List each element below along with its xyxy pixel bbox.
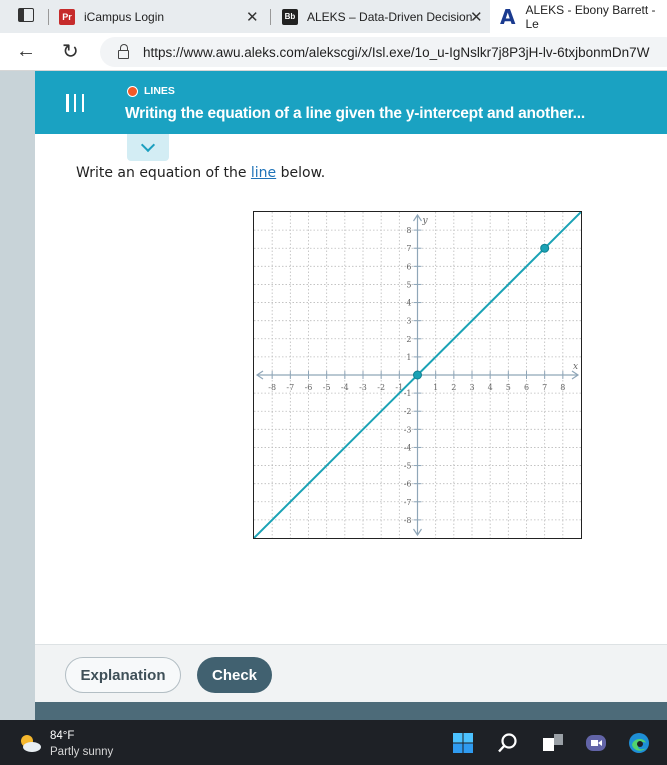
tab-icampus-login[interactable]: Pr iCampus Login ✕ <box>48 0 270 33</box>
x-tick-label: -2 <box>377 383 385 392</box>
close-tab-icon[interactable]: ✕ <box>246 8 259 26</box>
x-tick-label: -4 <box>341 383 349 392</box>
close-tab-icon[interactable]: ✕ <box>470 8 483 26</box>
y-tick-label: -7 <box>404 498 412 507</box>
check-button[interactable]: Check <box>197 657 272 693</box>
line-definition-link[interactable]: line <box>251 165 276 181</box>
tab-aleks-active[interactable]: A ALEKS - Ebony Barrett - Le <box>490 0 667 33</box>
pr-favicon-icon: Pr <box>59 8 75 25</box>
edge-browser-icon[interactable] <box>628 732 650 754</box>
y-tick-label: 2 <box>406 335 411 344</box>
back-arrow-icon[interactable]: ← <box>16 40 36 63</box>
y-tick-label: 7 <box>406 244 411 253</box>
y-tick-label: 4 <box>406 299 411 308</box>
url-text: https://www.awu.aleks.com/alekscgi/x/Isl… <box>143 44 650 60</box>
x-tick-label: 7 <box>542 383 547 392</box>
page-bottom-bar <box>35 702 667 720</box>
collapse-header-button[interactable] <box>127 134 169 161</box>
os-taskbar: 84°F Partly sunny <box>0 720 667 765</box>
partly-sunny-icon[interactable] <box>18 733 42 753</box>
menu-icon[interactable] <box>66 94 84 112</box>
graph-svg: -8 -7 -6 -5 -4 -3 -2 -1 1 2 3 4 5 6 7 8-8-7-6-5-4-3-2-1… <box>253 211 582 539</box>
x-tick-label: 3 <box>469 383 474 392</box>
tab-title: ALEKS - Ebony Barrett - Le <box>525 2 656 31</box>
y-tick-label: 6 <box>406 262 411 271</box>
windows-start-icon[interactable] <box>452 732 474 754</box>
x-tick-label: 5 <box>506 383 511 392</box>
aleks-favicon-icon: A <box>500 4 516 29</box>
task-view-icon[interactable] <box>542 732 564 754</box>
tab-aleks-data-driven[interactable]: Bb ALEKS – Data-Driven Decision ✕ <box>270 0 490 33</box>
search-icon[interactable] <box>497 732 519 754</box>
lock-icon <box>118 44 129 59</box>
y-tick-label: 8 <box>406 226 411 235</box>
reload-icon[interactable]: ↻ <box>62 39 79 64</box>
teams-chat-icon[interactable] <box>585 732 607 754</box>
x-tick-label: -8 <box>268 383 276 392</box>
browser-tab-strip: Pr iCampus Login ✕ Bb ALEKS – Data-Drive… <box>0 0 667 33</box>
topic-status-dot-icon <box>127 85 138 97</box>
y-tick-label: -5 <box>404 462 412 471</box>
x-tick-label: 8 <box>560 383 565 392</box>
y-tick-label: 3 <box>406 317 411 326</box>
plotted-point <box>413 370 422 380</box>
blackboard-favicon-icon: Bb <box>282 8 298 25</box>
x-tick-label: -5 <box>323 383 331 392</box>
topic-row: LINES <box>127 85 175 97</box>
x-tick-label: 4 <box>488 383 493 392</box>
problem-prompt: Write an equation of the line below. <box>76 165 325 181</box>
topic-label: LINES <box>144 85 175 97</box>
problem-area: Write an equation of the line below. -8 -… <box>35 134 667 644</box>
x-axis-label: x <box>573 362 578 372</box>
page-title: Writing the equation of a line given the… <box>125 105 585 122</box>
y-tick-label: 1 <box>406 353 411 362</box>
weather-temperature[interactable]: 84°F <box>50 730 74 742</box>
y-tick-label: -3 <box>404 425 412 434</box>
y-tick-label: 5 <box>406 280 411 289</box>
x-tick-label: -6 <box>305 383 313 392</box>
tab-title: iCampus Login <box>84 9 165 24</box>
address-bar-row: ← ↻ https://www.awu.aleks.com/alekscgi/x… <box>0 33 667 71</box>
y-tick-label: -1 <box>404 389 412 398</box>
y-tick-label: -2 <box>404 407 412 416</box>
y-tick-label: -8 <box>404 516 412 525</box>
plotted-point <box>540 243 550 253</box>
explanation-button[interactable]: Explanation <box>65 657 181 693</box>
tab-title: ALEKS – Data-Driven Decision <box>307 9 473 24</box>
y-tick-label: -4 <box>404 443 412 452</box>
x-tick-label: 6 <box>524 383 529 392</box>
x-tick-label: -7 <box>286 383 294 392</box>
x-tick-label: 2 <box>451 383 456 392</box>
chevron-down-icon <box>140 137 156 153</box>
x-tick-label: 1 <box>433 383 438 392</box>
y-tick-label: -6 <box>404 480 412 489</box>
weather-condition[interactable]: Partly sunny <box>50 746 113 758</box>
tab-actions-icon[interactable] <box>18 8 34 22</box>
y-axis-label: y <box>422 216 429 226</box>
x-tick-label: -3 <box>359 383 367 392</box>
url-field[interactable]: https://www.awu.aleks.com/alekscgi/x/Isl… <box>100 37 667 67</box>
action-bar: Explanation Check <box>35 644 667 702</box>
prompt-text: below. <box>276 165 326 181</box>
tab-separator <box>270 9 271 25</box>
tab-separator <box>48 9 49 25</box>
aleks-header: LINES Writing the equation of a line giv… <box>35 71 667 134</box>
coordinate-graph: -8 -7 -6 -5 -4 -3 -2 -1 1 2 3 4 5 6 7 8 -8 -7 -6 -5 -4 -3 -2 -1… <box>253 211 582 539</box>
prompt-text: Write an equation of the <box>76 165 251 181</box>
